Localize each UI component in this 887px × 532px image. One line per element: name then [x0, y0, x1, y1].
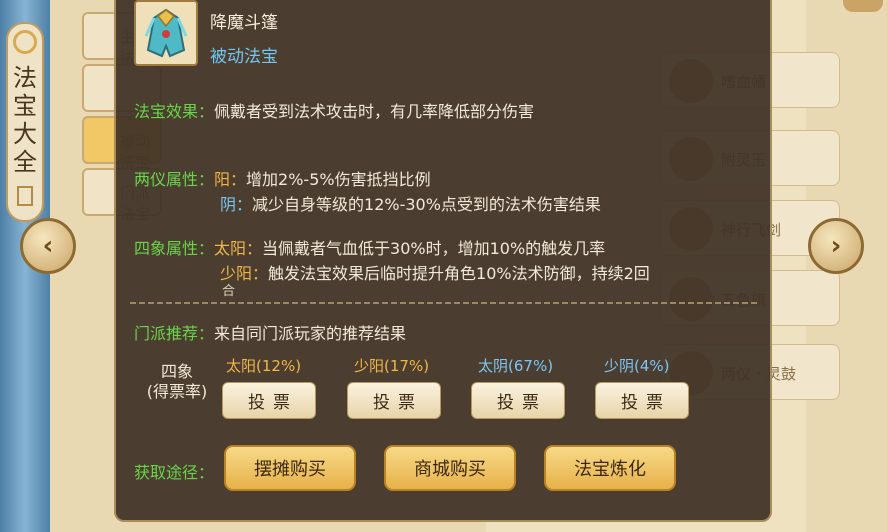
shaoyang-text: 触发法宝效果后临时提升角色10%法术防御，持续2回: [268, 264, 650, 283]
next-page-button[interactable]: ›: [808, 218, 864, 274]
seal-icon: [17, 186, 33, 206]
vote-button-taiyin[interactable]: 投票: [471, 382, 565, 419]
vote-button-shaoyang[interactable]: 投票: [347, 382, 441, 419]
sixiang-label: 四象属性：: [134, 239, 215, 258]
sidebar-title-char: 大: [13, 120, 37, 148]
vote-label-line1: 四象: [160, 362, 193, 381]
taiyang-text: 当佩戴者气血低于30%时，增加10%的触发几率: [262, 239, 606, 258]
sidebar-title-char: 宝: [13, 92, 37, 120]
yin-row: 阴：减少自身等级的12%-30%点受到的法术伤害结果: [220, 191, 601, 215]
vote-pct-shaoyin: 少阴(4%): [604, 357, 670, 375]
yin-label: 阴：: [220, 195, 253, 214]
refine-button[interactable]: 法宝炼化: [544, 445, 676, 491]
ring-ornament-icon: [13, 30, 37, 54]
item-type: 被动法宝: [210, 47, 278, 67]
shaoyang-row: 少阳：触发法宝效果后临时提升角色10%法术防御，持续2回: [220, 260, 650, 284]
overflow-text: 合: [222, 284, 236, 299]
yin-text: 减少自身等级的12%-30%点受到的法术伤害结果: [252, 195, 601, 214]
taiyang-label: 太阳：: [214, 239, 263, 258]
close-tab[interactable]: [843, 0, 883, 12]
vote-pct-taiyang: 太阳(12%): [226, 357, 302, 375]
yang-label: 阳：: [214, 170, 247, 189]
sidebar-title-char: 全: [13, 148, 37, 176]
recommend-row: 门派推荐：来自同门派玩家的推荐结果: [134, 320, 406, 344]
vote-button-shaoyin[interactable]: 投票: [595, 382, 689, 419]
effect-text: 佩戴者受到法术攻击时，有几率降低部分伤害: [214, 102, 535, 121]
prev-page-button[interactable]: ‹: [20, 218, 76, 274]
vote-button-taiyang[interactable]: 投票: [222, 382, 316, 419]
effect-row: 法宝效果：佩戴者受到法术攻击时，有几率降低部分伤害: [134, 98, 534, 122]
chevron-right-icon: ›: [830, 231, 842, 261]
vote-label-line2: (得票率): [146, 382, 208, 401]
sixiang-row: 四象属性：太阳：当佩戴者气血低于30%时，增加10%的触发几率: [134, 235, 605, 259]
chevron-left-icon: ‹: [42, 231, 54, 261]
recommend-text: 来自同门派玩家的推荐结果: [214, 324, 407, 343]
yang-text: 增加2%-5%伤害抵挡比例: [246, 170, 431, 189]
acquire-label: 获取途径：: [134, 463, 215, 482]
item-name: 降魔斗篷: [210, 13, 278, 33]
vote-pct-taiyin: 太阴(67%): [478, 357, 554, 375]
liangyi-row: 两仪属性：阳：增加2%-5%伤害抵挡比例: [134, 166, 431, 190]
item-tooltip: 降魔斗篷 被动法宝 法宝效果：佩戴者受到法术攻击时，有几率降低部分伤害 两仪属性…: [114, 0, 772, 522]
stall-buy-button[interactable]: 摆摊购买: [224, 445, 356, 491]
vote-pct-shaoyang: 少阳(17%): [354, 357, 430, 375]
recommend-label: 门派推荐：: [134, 324, 215, 343]
vote-label: 四象 (得票率): [132, 362, 222, 402]
sidebar-title-char: 法: [13, 64, 37, 92]
sidebar-title: 法 宝 大 全: [6, 22, 44, 222]
cloak-icon: [134, 0, 198, 66]
liangyi-label: 两仪属性：: [134, 170, 215, 189]
effect-label: 法宝效果：: [134, 102, 215, 121]
divider: [130, 302, 758, 304]
mall-buy-button[interactable]: 商城购买: [384, 445, 516, 491]
